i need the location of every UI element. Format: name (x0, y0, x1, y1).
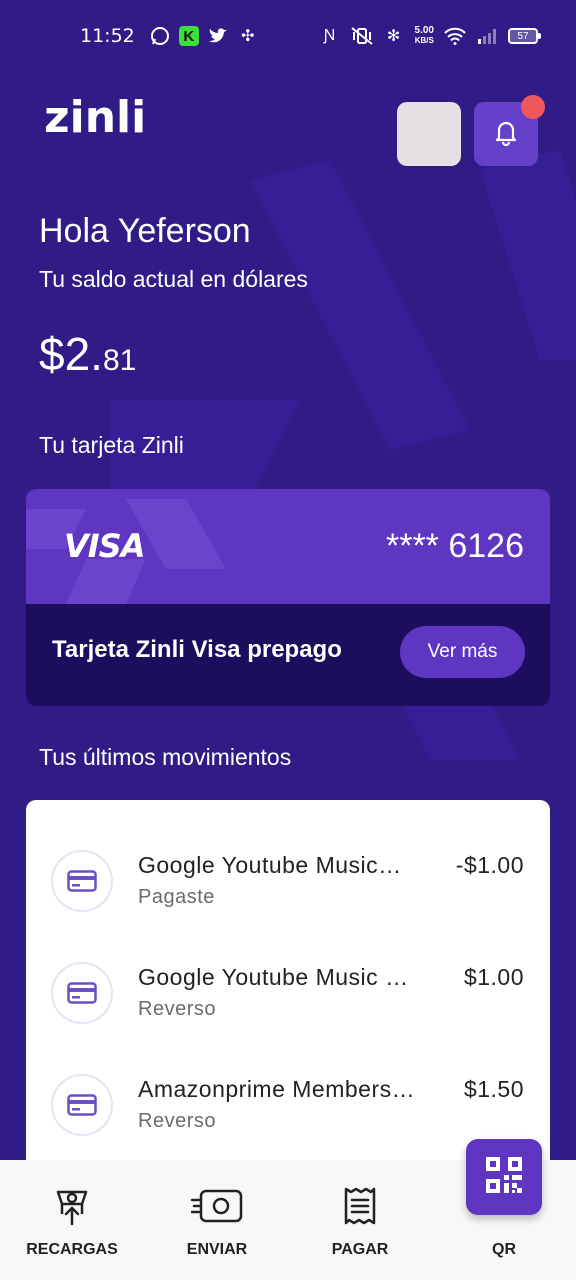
nav-label-enviar: ENVIAR (186, 1241, 248, 1258)
status-bar: 11:52 K ✣ Ɲ ✻ 5.00 KB/S 57 (0, 0, 576, 72)
card-top: VISA **** 6126 (26, 489, 550, 604)
card-number: **** 6126 (385, 527, 524, 565)
movements-title: Tus últimos movimientos (39, 744, 292, 770)
network-speed: 5.00 KB/S (415, 26, 434, 46)
transaction-amount: -$1.00 (455, 852, 524, 878)
twitter-icon (207, 25, 229, 47)
status-time: 11:52 (80, 25, 135, 47)
nav-label-pagar: PAGAR (331, 1241, 389, 1258)
avatar[interactable] (397, 102, 461, 166)
zinli-card[interactable]: VISA **** 6126 Tarjeta Zinli Visa prepag… (26, 489, 550, 706)
nav-label-qr: QR (492, 1241, 516, 1258)
bell-icon (491, 117, 521, 152)
greeting-title: Hola Yeferson (39, 212, 251, 250)
transaction-name: Google Youtube Music 6… (138, 964, 418, 990)
kick-icon: K (178, 26, 199, 46)
list-item[interactable]: Google Youtube Music 6… Reverso $1.00 (26, 952, 550, 1042)
visa-logo: VISA (64, 527, 145, 565)
notification-badge (521, 95, 545, 119)
qr-code-icon (484, 1155, 524, 1200)
balance-whole: $2. (39, 328, 103, 380)
nav-item-recargas[interactable]: RECARGAS (2, 1160, 142, 1280)
credit-card-icon (51, 962, 113, 1024)
transaction-amount: $1.50 (463, 1076, 524, 1102)
battery-indicator: 57 (508, 28, 541, 44)
credit-card-icon (51, 850, 113, 912)
zinli-logo: zinli (44, 92, 147, 143)
network-speed-unit: KB/S (414, 36, 434, 45)
receipt-icon (332, 1182, 388, 1230)
transaction-name: Google Youtube Music… (138, 852, 402, 878)
list-item[interactable]: Google Youtube Music… Pagaste -$1.00 (26, 840, 550, 930)
balance-amount: $2.81 (39, 328, 136, 387)
nav-item-pagar[interactable]: PAGAR (290, 1160, 430, 1280)
credit-card-icon (51, 1074, 113, 1136)
transaction-type: Reverso (138, 998, 216, 1020)
send-money-icon (189, 1182, 245, 1230)
bluetooth-icon: ✻ (386, 28, 401, 45)
nav-item-enviar[interactable]: ENVIAR (147, 1160, 287, 1280)
whatsapp-icon (149, 25, 171, 47)
transaction-amount: $1.00 (463, 964, 524, 990)
qr-button[interactable] (466, 1139, 542, 1215)
nfc-icon: Ɲ (323, 27, 336, 44)
card-name: Tarjeta Zinli Visa prepago (52, 636, 342, 663)
balance-label: Tu saldo actual en dólares (39, 266, 308, 292)
card-section-title: Tu tarjeta Zinli (39, 432, 184, 458)
vibrate-mute-icon (350, 25, 373, 47)
ver-mas-button[interactable]: Ver más (400, 626, 525, 678)
nav-label-recargas: RECARGAS (26, 1241, 118, 1258)
wifi-icon (444, 25, 466, 47)
balance-cents: 81 (102, 344, 137, 377)
fan-app-icon: ✣ (241, 28, 255, 45)
transaction-name: Amazonprime Members… (138, 1076, 416, 1102)
transaction-type: Reverso (138, 1110, 216, 1132)
status-system-icons: Ɲ ✻ 5.00 KB/S 57 (319, 25, 541, 47)
transaction-type: Pagaste (138, 886, 215, 908)
network-speed-value: 5.00 (414, 25, 434, 36)
status-app-icons: K ✣ (149, 25, 259, 47)
recharge-icon (44, 1182, 100, 1230)
signal-icon (476, 25, 498, 47)
